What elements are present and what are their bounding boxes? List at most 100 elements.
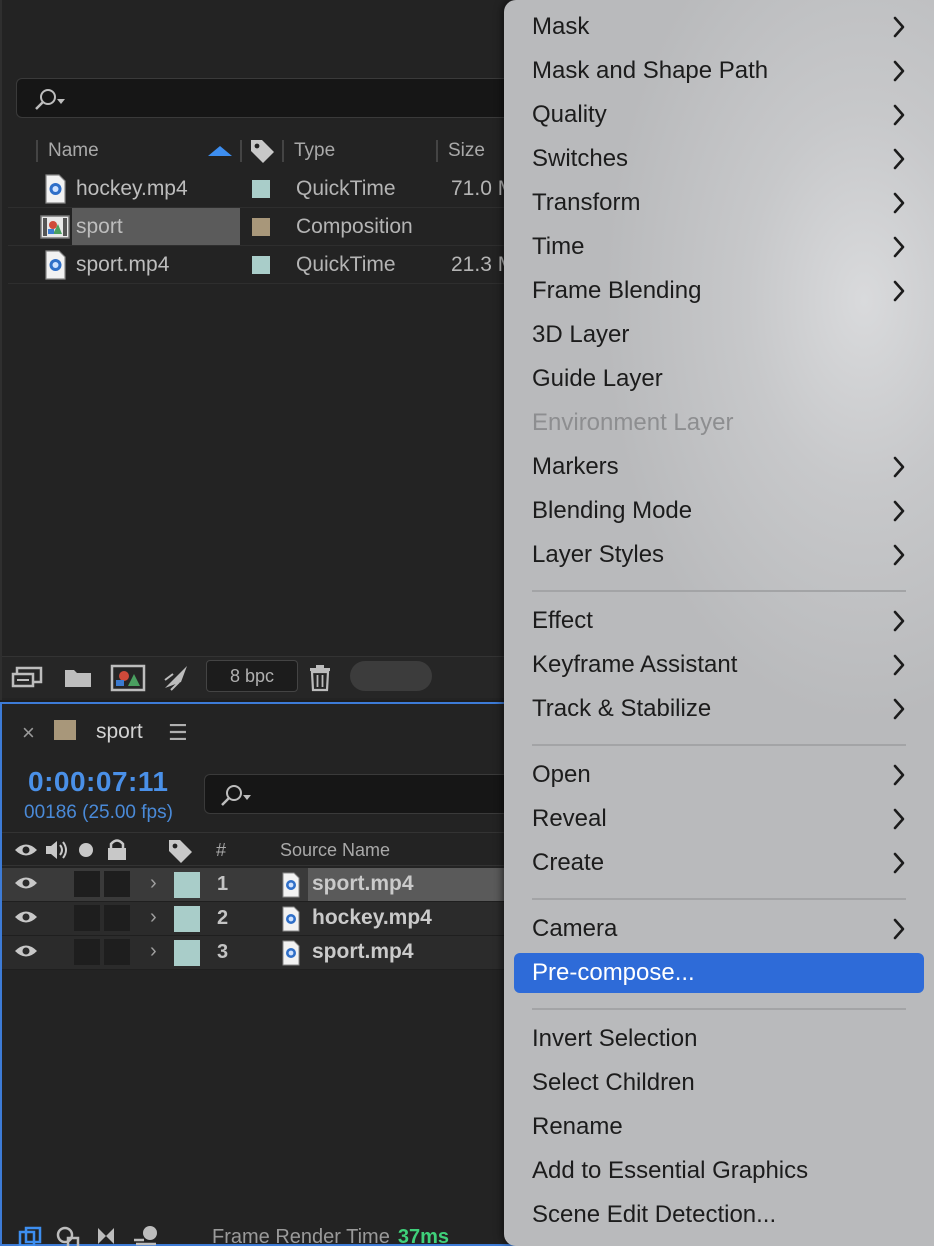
project-search-input[interactable] bbox=[16, 78, 536, 118]
menu-item-scene-edit-detection[interactable]: Scene Edit Detection... bbox=[514, 1195, 924, 1235]
menu-separator bbox=[532, 898, 906, 900]
column-divider[interactable] bbox=[436, 140, 438, 162]
column-divider[interactable] bbox=[36, 140, 38, 162]
lock-switch[interactable] bbox=[104, 905, 130, 931]
column-header-number[interactable]: # bbox=[216, 840, 226, 861]
project-item-row[interactable]: sport.mp4 QuickTime 21.3 M bbox=[8, 246, 528, 284]
close-icon[interactable]: × bbox=[22, 720, 35, 746]
solo-switch[interactable] bbox=[74, 905, 100, 931]
label-color-swatch[interactable] bbox=[174, 872, 200, 898]
column-header-size[interactable]: Size bbox=[448, 137, 485, 165]
layer-row[interactable]: › 2 hockey.mp4 bbox=[2, 902, 522, 936]
bit-depth-button[interactable]: 8 bpc bbox=[206, 660, 298, 692]
audio-icon[interactable] bbox=[44, 839, 70, 861]
lock-switch[interactable] bbox=[104, 939, 130, 965]
video-file-icon bbox=[282, 940, 300, 966]
menu-item-layer-styles[interactable]: Layer Styles bbox=[514, 535, 924, 575]
interpret-footage-icon[interactable] bbox=[10, 663, 46, 693]
chevron-right-icon[interactable]: › bbox=[150, 940, 157, 963]
eye-icon[interactable] bbox=[14, 909, 38, 925]
menu-item-add-to-essential-graphics[interactable]: Add to Essential Graphics bbox=[514, 1151, 924, 1191]
menu-separator bbox=[532, 744, 906, 746]
menu-item-3d-layer[interactable]: 3D Layer bbox=[514, 315, 924, 355]
menu-item-switches[interactable]: Switches bbox=[514, 139, 924, 179]
timeline-tab-name: sport bbox=[96, 720, 143, 743]
label-color-swatch[interactable] bbox=[252, 218, 270, 236]
menu-item-mask-and-shape-path[interactable]: Mask and Shape Path bbox=[514, 51, 924, 91]
chevron-right-icon[interactable]: › bbox=[150, 872, 157, 895]
menu-item-reveal[interactable]: Reveal bbox=[514, 799, 924, 839]
menu-item-transform[interactable]: Transform bbox=[514, 183, 924, 223]
label-color-swatch[interactable] bbox=[174, 906, 200, 932]
menu-item-quality[interactable]: Quality bbox=[514, 95, 924, 135]
layer-row[interactable]: › 1 sport.mp4 bbox=[2, 868, 522, 902]
chevron-right-icon[interactable]: › bbox=[150, 906, 157, 929]
menu-item-camera[interactable]: Camera bbox=[514, 909, 924, 949]
column-header-source-name[interactable]: Source Name bbox=[280, 840, 390, 861]
project-item-row[interactable]: sport Composition bbox=[8, 208, 528, 246]
menu-item-label: Guide Layer bbox=[532, 365, 663, 392]
menu-item-frame-blending[interactable]: Frame Blending bbox=[514, 271, 924, 311]
motion-blur-icon[interactable] bbox=[132, 1224, 160, 1246]
render-queue-icon[interactable] bbox=[158, 663, 194, 693]
menu-item-label: Quality bbox=[532, 101, 607, 128]
column-header-type[interactable]: Type bbox=[294, 137, 335, 165]
graph-editor-icon[interactable] bbox=[56, 1226, 82, 1246]
eye-icon[interactable] bbox=[14, 875, 38, 891]
chevron-right-icon bbox=[893, 236, 905, 258]
new-folder-icon[interactable] bbox=[60, 663, 96, 693]
current-time-display[interactable]: 0:00:07:11 bbox=[28, 766, 168, 798]
layer-row[interactable]: › 3 sport.mp4 bbox=[2, 936, 522, 970]
label-tag-icon[interactable] bbox=[166, 837, 194, 865]
label-color-swatch[interactable] bbox=[174, 940, 200, 966]
menu-item-pre-compose[interactable]: Pre-compose... bbox=[514, 953, 924, 993]
solo-switch[interactable] bbox=[74, 939, 100, 965]
column-header-name[interactable]: Name bbox=[48, 137, 99, 165]
menu-item-track-stabilize[interactable]: Track & Stabilize bbox=[514, 689, 924, 729]
composition-flowchart-icon[interactable] bbox=[18, 1226, 44, 1246]
menu-item-effect[interactable]: Effect bbox=[514, 601, 924, 641]
menu-item-label: Layer Styles bbox=[532, 541, 665, 568]
eye-icon[interactable] bbox=[14, 943, 38, 959]
expand-collapse-icon[interactable] bbox=[94, 1224, 118, 1246]
chevron-right-icon bbox=[893, 280, 905, 302]
menu-item-label: Environment Layer bbox=[532, 409, 734, 436]
label-tag-icon[interactable] bbox=[248, 137, 276, 165]
solo-switch[interactable] bbox=[74, 871, 100, 897]
chevron-right-icon bbox=[893, 698, 905, 720]
menu-item-select-children[interactable]: Select Children bbox=[514, 1063, 924, 1103]
trash-icon[interactable] bbox=[302, 663, 338, 693]
menu-item-invert-selection[interactable]: Invert Selection bbox=[514, 1019, 924, 1059]
menu-item-label: Camera bbox=[532, 915, 618, 942]
menu-item-mask[interactable]: Mask bbox=[514, 7, 924, 47]
video-visibility-icon[interactable] bbox=[14, 842, 38, 858]
layer-number: 1 bbox=[217, 873, 229, 895]
item-name: hockey.mp4 bbox=[76, 177, 188, 200]
solo-icon[interactable] bbox=[78, 842, 94, 858]
column-divider[interactable] bbox=[240, 140, 242, 162]
menu-item-rename[interactable]: Rename bbox=[514, 1107, 924, 1147]
sort-ascending-icon[interactable] bbox=[206, 144, 234, 158]
chevron-right-icon bbox=[893, 148, 905, 170]
label-color-swatch[interactable] bbox=[252, 256, 270, 274]
column-divider[interactable] bbox=[282, 140, 284, 162]
timeline-search-input[interactable] bbox=[204, 774, 534, 814]
menu-item-guide-layer[interactable]: Guide Layer bbox=[514, 359, 924, 399]
item-name: sport.mp4 bbox=[76, 253, 170, 276]
menu-item-label: Rename bbox=[532, 1113, 623, 1140]
menu-item-blending-mode[interactable]: Blending Mode bbox=[514, 491, 924, 531]
menu-item-time[interactable]: Time bbox=[514, 227, 924, 267]
timeline-tab[interactable]: × sport ☰ bbox=[2, 704, 522, 760]
menu-item-keyframe-assistant[interactable]: Keyframe Assistant bbox=[514, 645, 924, 685]
menu-item-create[interactable]: Create bbox=[514, 843, 924, 883]
menu-item-markers[interactable]: Markers bbox=[514, 447, 924, 487]
project-item-row[interactable]: hockey.mp4 QuickTime 71.0 M bbox=[8, 170, 528, 208]
label-color-swatch[interactable] bbox=[252, 180, 270, 198]
menu-item-open[interactable]: Open bbox=[514, 755, 924, 795]
panel-menu-icon[interactable]: ☰ bbox=[168, 720, 188, 746]
lock-switch[interactable] bbox=[104, 871, 130, 897]
menu-item-label: Switches bbox=[532, 145, 629, 172]
thumbnail-size-slider[interactable] bbox=[350, 661, 432, 691]
lock-icon[interactable] bbox=[106, 838, 128, 862]
new-composition-icon[interactable] bbox=[110, 663, 146, 693]
